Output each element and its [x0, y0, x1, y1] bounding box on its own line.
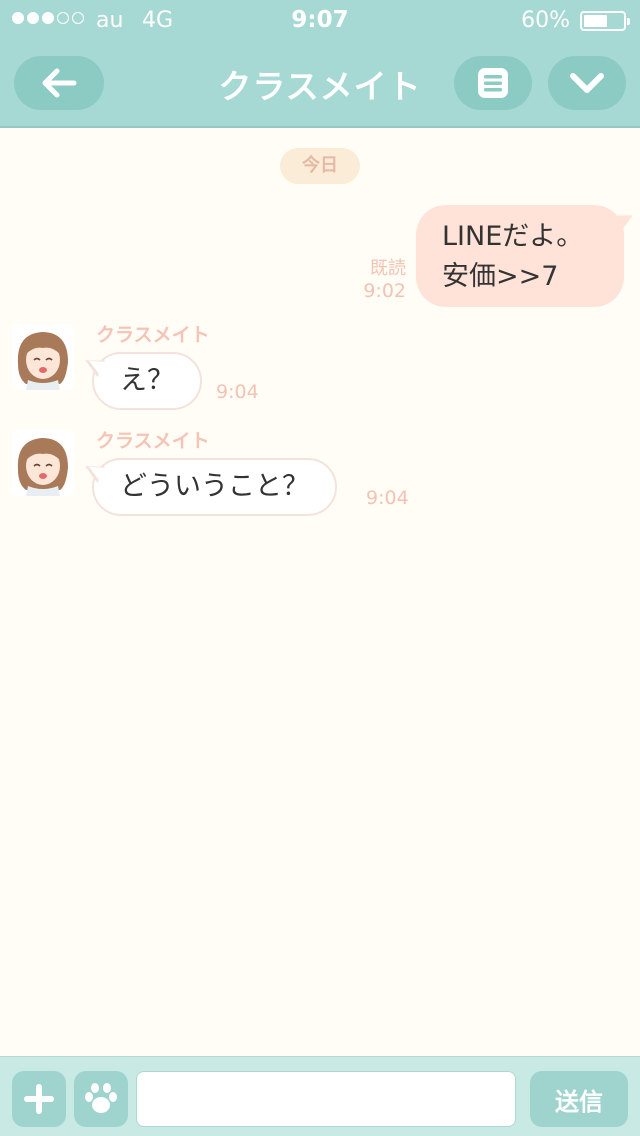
- chevron-down-icon: [570, 73, 604, 93]
- message-composer: 送信: [0, 1056, 640, 1136]
- outgoing-message-bubble[interactable]: LINEだよ。 安価>>7: [416, 205, 624, 307]
- list-icon: [478, 68, 508, 98]
- message-text-line: 安価>>7: [442, 261, 559, 292]
- battery-icon: [580, 11, 630, 31]
- sticker-button[interactable]: [74, 1071, 128, 1127]
- incoming-message-bubble[interactable]: どういうこと？: [92, 458, 337, 516]
- chat-title: クラスメイト: [218, 67, 422, 106]
- battery-percent: 60%: [521, 8, 570, 33]
- more-button[interactable]: [548, 56, 626, 110]
- add-attachment-button[interactable]: [12, 1071, 66, 1127]
- plus-icon: [24, 1084, 54, 1114]
- message-time: 9:04: [216, 381, 259, 403]
- status-bar: au 4G 9:07 60%: [0, 0, 640, 40]
- header: au 4G 9:07 60% クラスメイト: [0, 0, 640, 128]
- message-input[interactable]: [136, 1071, 516, 1127]
- avatar[interactable]: [12, 324, 74, 390]
- read-receipt: 既読: [370, 258, 406, 279]
- battery-level-fill: [584, 15, 607, 27]
- avatar-image: [12, 324, 74, 390]
- paw-icon: [85, 1083, 117, 1113]
- sender-name: クラスメイト: [96, 430, 210, 452]
- menu-button[interactable]: [454, 56, 532, 110]
- send-button[interactable]: 送信: [530, 1071, 628, 1127]
- message-text: え？: [120, 365, 174, 396]
- message-time: 9:04: [366, 487, 409, 509]
- date-separator: 今日: [280, 148, 360, 184]
- avatar-image: [12, 430, 74, 496]
- message-text: どういうこと？: [120, 471, 309, 502]
- sender-name: クラスメイト: [96, 324, 210, 346]
- incoming-message-bubble[interactable]: え？: [92, 352, 202, 410]
- message-text-line: LINEだよ。: [442, 221, 584, 252]
- message-time: 9:02: [363, 280, 406, 302]
- avatar[interactable]: [12, 430, 74, 496]
